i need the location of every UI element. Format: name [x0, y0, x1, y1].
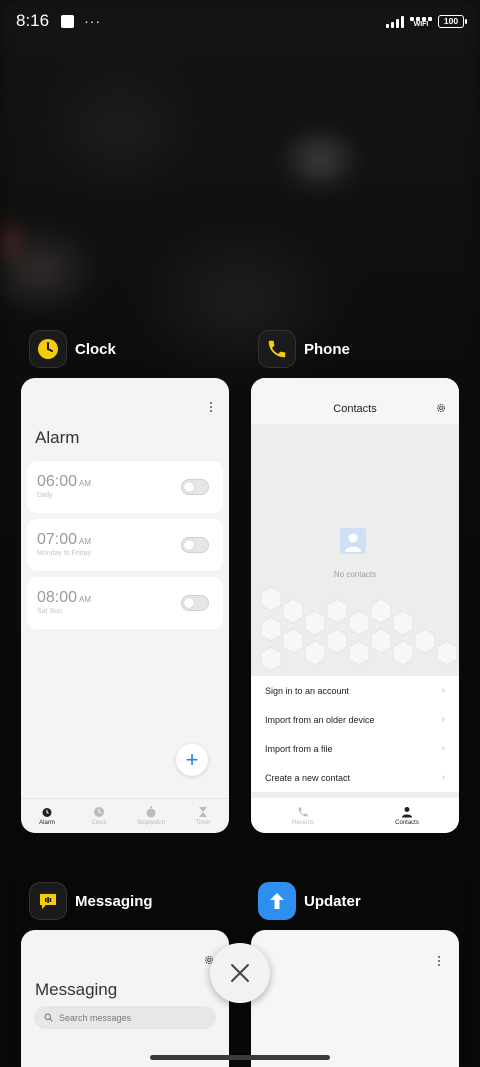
chevron-right-icon: › [441, 685, 445, 696]
clock-bottom-nav: Alarm Clock Stopwatch Timer [21, 798, 229, 833]
alarm-item: 08:00 AM Sat Sun [27, 577, 223, 629]
close-icon [231, 964, 249, 982]
page-title: Messaging [35, 980, 118, 999]
option-import-older-device: Import from an older device › [251, 705, 459, 734]
battery-level: 100 [443, 16, 459, 26]
app-name-phone: Phone [304, 340, 350, 358]
app-header-clock[interactable]: Clock [29, 330, 116, 368]
alarm-time: 06:00 [37, 473, 78, 490]
alarm-ampm: AM [79, 595, 92, 604]
empty-contacts-text: No contacts [333, 570, 377, 579]
nav-label: Stopwatch [136, 820, 166, 826]
contacts-header [251, 378, 459, 424]
search-placeholder: Search messages [59, 1012, 132, 1023]
app-header-messaging[interactable]: Messaging [29, 882, 153, 920]
option-create-contact: Create a new contact › [251, 763, 459, 792]
empty-contacts-icon [340, 528, 366, 554]
alarm-repeat: Monday to Friday [37, 550, 92, 557]
alarm-repeat: Sat Sun [37, 608, 62, 615]
phone-bottom-nav: Recents Contacts [251, 798, 459, 833]
contacts-options: Sign in to an account › Import from an o… [251, 676, 459, 792]
alarm-toggle [181, 595, 209, 611]
nav-label: Timer [195, 820, 211, 826]
option-label: Sign in to an account [265, 685, 350, 696]
clock-nav-icon [94, 807, 104, 817]
nav-item-clock: Clock [73, 799, 125, 833]
status-bar: 8:16 ··· WIFI 100 [0, 0, 480, 42]
gear-icon [436, 403, 446, 413]
search-icon [44, 1013, 53, 1022]
alarm-item: 06:00 AM Daily [27, 461, 223, 513]
add-alarm-button: + [176, 744, 208, 776]
more-options-icon [210, 402, 213, 414]
nav-item-alarm: Alarm [21, 799, 73, 833]
wifi-icon: WIFI [410, 14, 432, 28]
page-title: Contacts [333, 403, 377, 415]
recent-card-clock[interactable]: Alarm 06:00 AM Daily 07:00 AM Monday to Fr… [21, 378, 229, 833]
more-notifications-icon: ··· [84, 13, 102, 29]
notification-icon [61, 14, 75, 28]
timer-icon [199, 807, 207, 817]
nav-item-contacts: Contacts [355, 798, 459, 833]
option-label: Import from a file [265, 743, 333, 754]
nav-label: Recents [291, 819, 314, 826]
alarm-toggle [181, 537, 209, 553]
messaging-icon[interactable] [29, 882, 67, 920]
status-time: 8:16 [16, 11, 50, 30]
nav-label: Contacts [395, 819, 419, 826]
nav-item-recents: Recents [251, 798, 355, 833]
alarm-ampm: AM [79, 537, 92, 546]
phone-icon[interactable] [258, 330, 296, 368]
search-messages-field: Search messages [34, 1006, 216, 1029]
option-label: Create a new contact [265, 772, 351, 783]
recent-card-updater[interactable] [251, 930, 459, 1067]
recent-card-messaging[interactable]: Messaging Search messages [21, 930, 229, 1067]
home-indicator[interactable] [150, 1055, 330, 1060]
option-label: Import from an older device [265, 714, 375, 725]
app-name-updater: Updater [304, 892, 361, 910]
recent-card-phone[interactable]: Contacts No contacts Sign in to an accou… [251, 378, 459, 833]
alarm-time: 07:00 [37, 531, 78, 548]
option-import-file: Import from a file › [251, 734, 459, 763]
nav-item-stopwatch: Stopwatch [125, 799, 177, 833]
app-header-updater[interactable]: Updater [258, 882, 361, 920]
app-name-messaging: Messaging [75, 892, 153, 910]
hexagon-decoration [260, 586, 458, 672]
page-title: Alarm [35, 428, 80, 447]
chevron-right-icon: › [441, 772, 445, 783]
battery-icon: 100 [438, 14, 467, 28]
contacts-person-icon [402, 806, 412, 817]
alarm-time: 08:00 [37, 589, 78, 606]
alarm-repeat: Daily [37, 492, 53, 499]
recents-phone-icon [298, 807, 308, 816]
nav-label: Alarm [39, 820, 55, 826]
alarm-item: 07:00 AM Monday to Friday [27, 519, 223, 571]
updater-icon[interactable] [258, 882, 296, 920]
nav-label: Clock [91, 820, 107, 826]
chevron-right-icon: › [441, 714, 445, 725]
alarm-toggle [181, 479, 209, 495]
app-name-clock: Clock [75, 340, 116, 358]
stopwatch-icon [146, 806, 156, 818]
nav-item-timer: Timer [177, 799, 229, 833]
option-sign-in: Sign in to an account › [251, 676, 459, 705]
chevron-right-icon: › [441, 743, 445, 754]
app-header-phone[interactable]: Phone [258, 330, 350, 368]
clear-all-button[interactable] [210, 943, 270, 1003]
clock-icon[interactable] [29, 330, 67, 368]
more-options-icon [438, 956, 441, 968]
alarm-icon [42, 808, 52, 817]
alarm-ampm: AM [79, 479, 92, 488]
signal-icon [386, 15, 404, 28]
